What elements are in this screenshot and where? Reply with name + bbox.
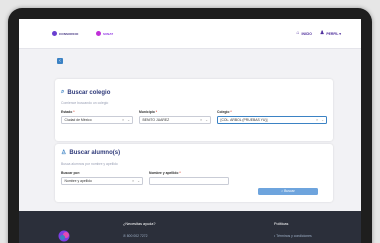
nav-profile-link[interactable]: ♟ PERFIL ▾ <box>320 31 341 36</box>
brand-logo-primary[interactable]: CONSORCIO <box>52 31 78 36</box>
municipio-label: Municipio * <box>139 110 158 114</box>
buscar-por-select[interactable]: Nombre y apellido × ⌄ <box>61 177 143 185</box>
clear-icon[interactable]: × <box>316 117 318 123</box>
colegio-label: Colegio * <box>217 110 232 114</box>
arrow-left-icon: ‹ <box>59 58 61 64</box>
clear-icon[interactable]: × <box>122 117 124 123</box>
municipio-select[interactable]: BENITO JUAREZ × ⌄ <box>139 116 211 124</box>
partner-logo-text: SUNAT <box>103 31 114 36</box>
colegio-value: [COL. ARBOL (PRUEBAS YU)] <box>220 118 268 122</box>
search-button[interactable]: ⌕ Buscar <box>258 188 318 195</box>
search-student-subtitle: Busca alumnos por nombre y apellido <box>61 162 118 166</box>
search-icon: ⌕ <box>281 189 284 193</box>
nombre-apellido-input[interactable] <box>149 177 229 185</box>
search-icon: ⌕ <box>61 89 65 95</box>
footer-logo-icon <box>58 230 70 242</box>
search-school-title-text: Buscar colegio <box>67 89 111 96</box>
search-student-title: ♙ Buscar alumno(s) <box>61 149 121 157</box>
policies-title: Políticas <box>274 222 289 226</box>
nav-profile-label: PERFIL ▾ <box>326 31 341 36</box>
chevron-down-icon: ⌄ <box>137 179 140 183</box>
home-icon: ⌂ <box>296 30 300 36</box>
estado-label: Estado * <box>61 110 75 114</box>
estado-value: Ciudad de México <box>64 118 92 122</box>
search-student-title-text: Buscar alumno(s) <box>69 149 121 156</box>
phone-icon: ✆ <box>123 234 126 238</box>
chevron-down-icon: ⌄ <box>321 118 324 122</box>
top-nav-bar: CONSORCIO SUNAT ⌂ INICIO ♟ PERFIL ▾ <box>19 19 361 49</box>
brand-logo-secondary: SUNAT <box>96 31 113 36</box>
brand-logo-text: CONSORCIO <box>59 31 79 36</box>
estado-select[interactable]: Ciudad de México × ⌄ <box>61 116 133 124</box>
help-phone[interactable]: ✆ 800 002 7272 <box>123 234 148 238</box>
buscar-por-value: Nombre y apellido <box>64 179 92 183</box>
app-screen: CONSORCIO SUNAT ⌂ INICIO ♟ PERFIL ▾ ‹ ⌕ … <box>19 19 361 243</box>
nombre-label: Nombre y apellido * <box>149 171 181 175</box>
brand-mark-icon <box>52 31 57 36</box>
back-button[interactable]: ‹ <box>57 58 63 64</box>
search-button-label: Buscar <box>284 189 295 193</box>
partner-mark-icon <box>96 31 101 36</box>
chevron-down-icon: ⌄ <box>127 118 130 122</box>
search-school-card: ⌕ Buscar colegio Comience buscando un co… <box>55 79 333 141</box>
help-phone-number: 800 002 7272 <box>126 234 148 238</box>
chevron-down-icon: ⌄ <box>205 118 208 122</box>
student-icon: ♙ <box>61 150 67 156</box>
footer <box>19 211 361 243</box>
nav-home-link[interactable]: ⌂ INICIO <box>296 31 311 36</box>
search-school-title: ⌕ Buscar colegio <box>61 89 110 96</box>
municipio-value: BENITO JUAREZ <box>142 118 170 122</box>
user-icon: ♟ <box>319 30 325 36</box>
nav-home-label: INICIO <box>301 31 312 36</box>
clear-icon[interactable]: × <box>132 178 134 184</box>
policy-link-terms[interactable]: • Términos y condiciones <box>274 234 312 238</box>
colegio-select[interactable]: [COL. ARBOL (PRUEBAS YU)] × ⌄ <box>217 116 327 124</box>
clear-icon[interactable]: × <box>200 117 202 123</box>
search-school-subtitle: Comience buscando un colegio <box>61 101 109 105</box>
nav-links: ⌂ INICIO ♟ PERFIL ▾ <box>296 31 341 36</box>
help-title: ¿Necesitas ayuda? <box>123 222 156 226</box>
buscar-por-label: Buscar por: <box>61 171 81 175</box>
